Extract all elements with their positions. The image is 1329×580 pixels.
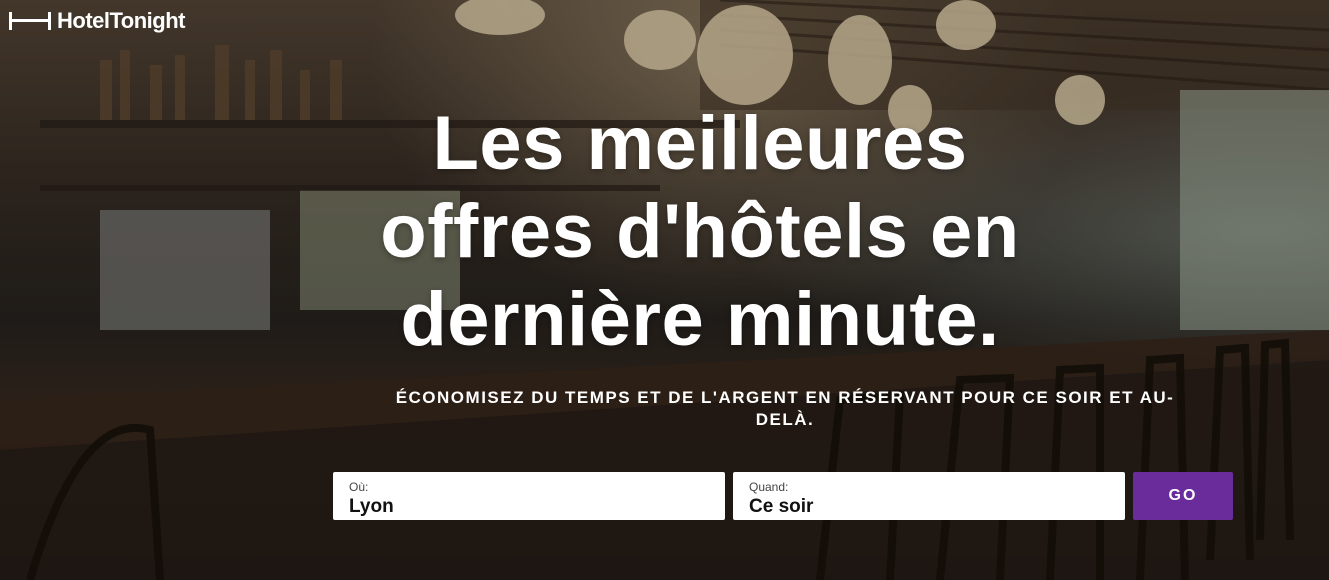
hero-section: HotelTonight Les meilleures offres d'hôt… <box>0 0 1329 580</box>
where-input[interactable] <box>349 495 709 519</box>
hero-headline: Les meilleures offres d'hôtels en derniè… <box>380 101 1020 362</box>
brand-name: HotelTonight <box>57 8 186 33</box>
when-label: Quand: <box>749 480 789 494</box>
hero-subline: ÉCONOMISEZ DU TEMPS ET DE L'ARGENT EN RÉ… <box>395 388 1175 429</box>
brand-logo[interactable]: HotelTonight <box>9 8 186 34</box>
when-field[interactable]: Quand: Ce soir <box>733 472 1125 520</box>
where-field[interactable]: Où: <box>333 472 725 520</box>
where-label: Où: <box>349 480 369 494</box>
when-value[interactable]: Ce soir <box>749 495 1109 519</box>
go-button[interactable]: GO <box>1133 472 1233 520</box>
bed-icon <box>9 12 51 30</box>
